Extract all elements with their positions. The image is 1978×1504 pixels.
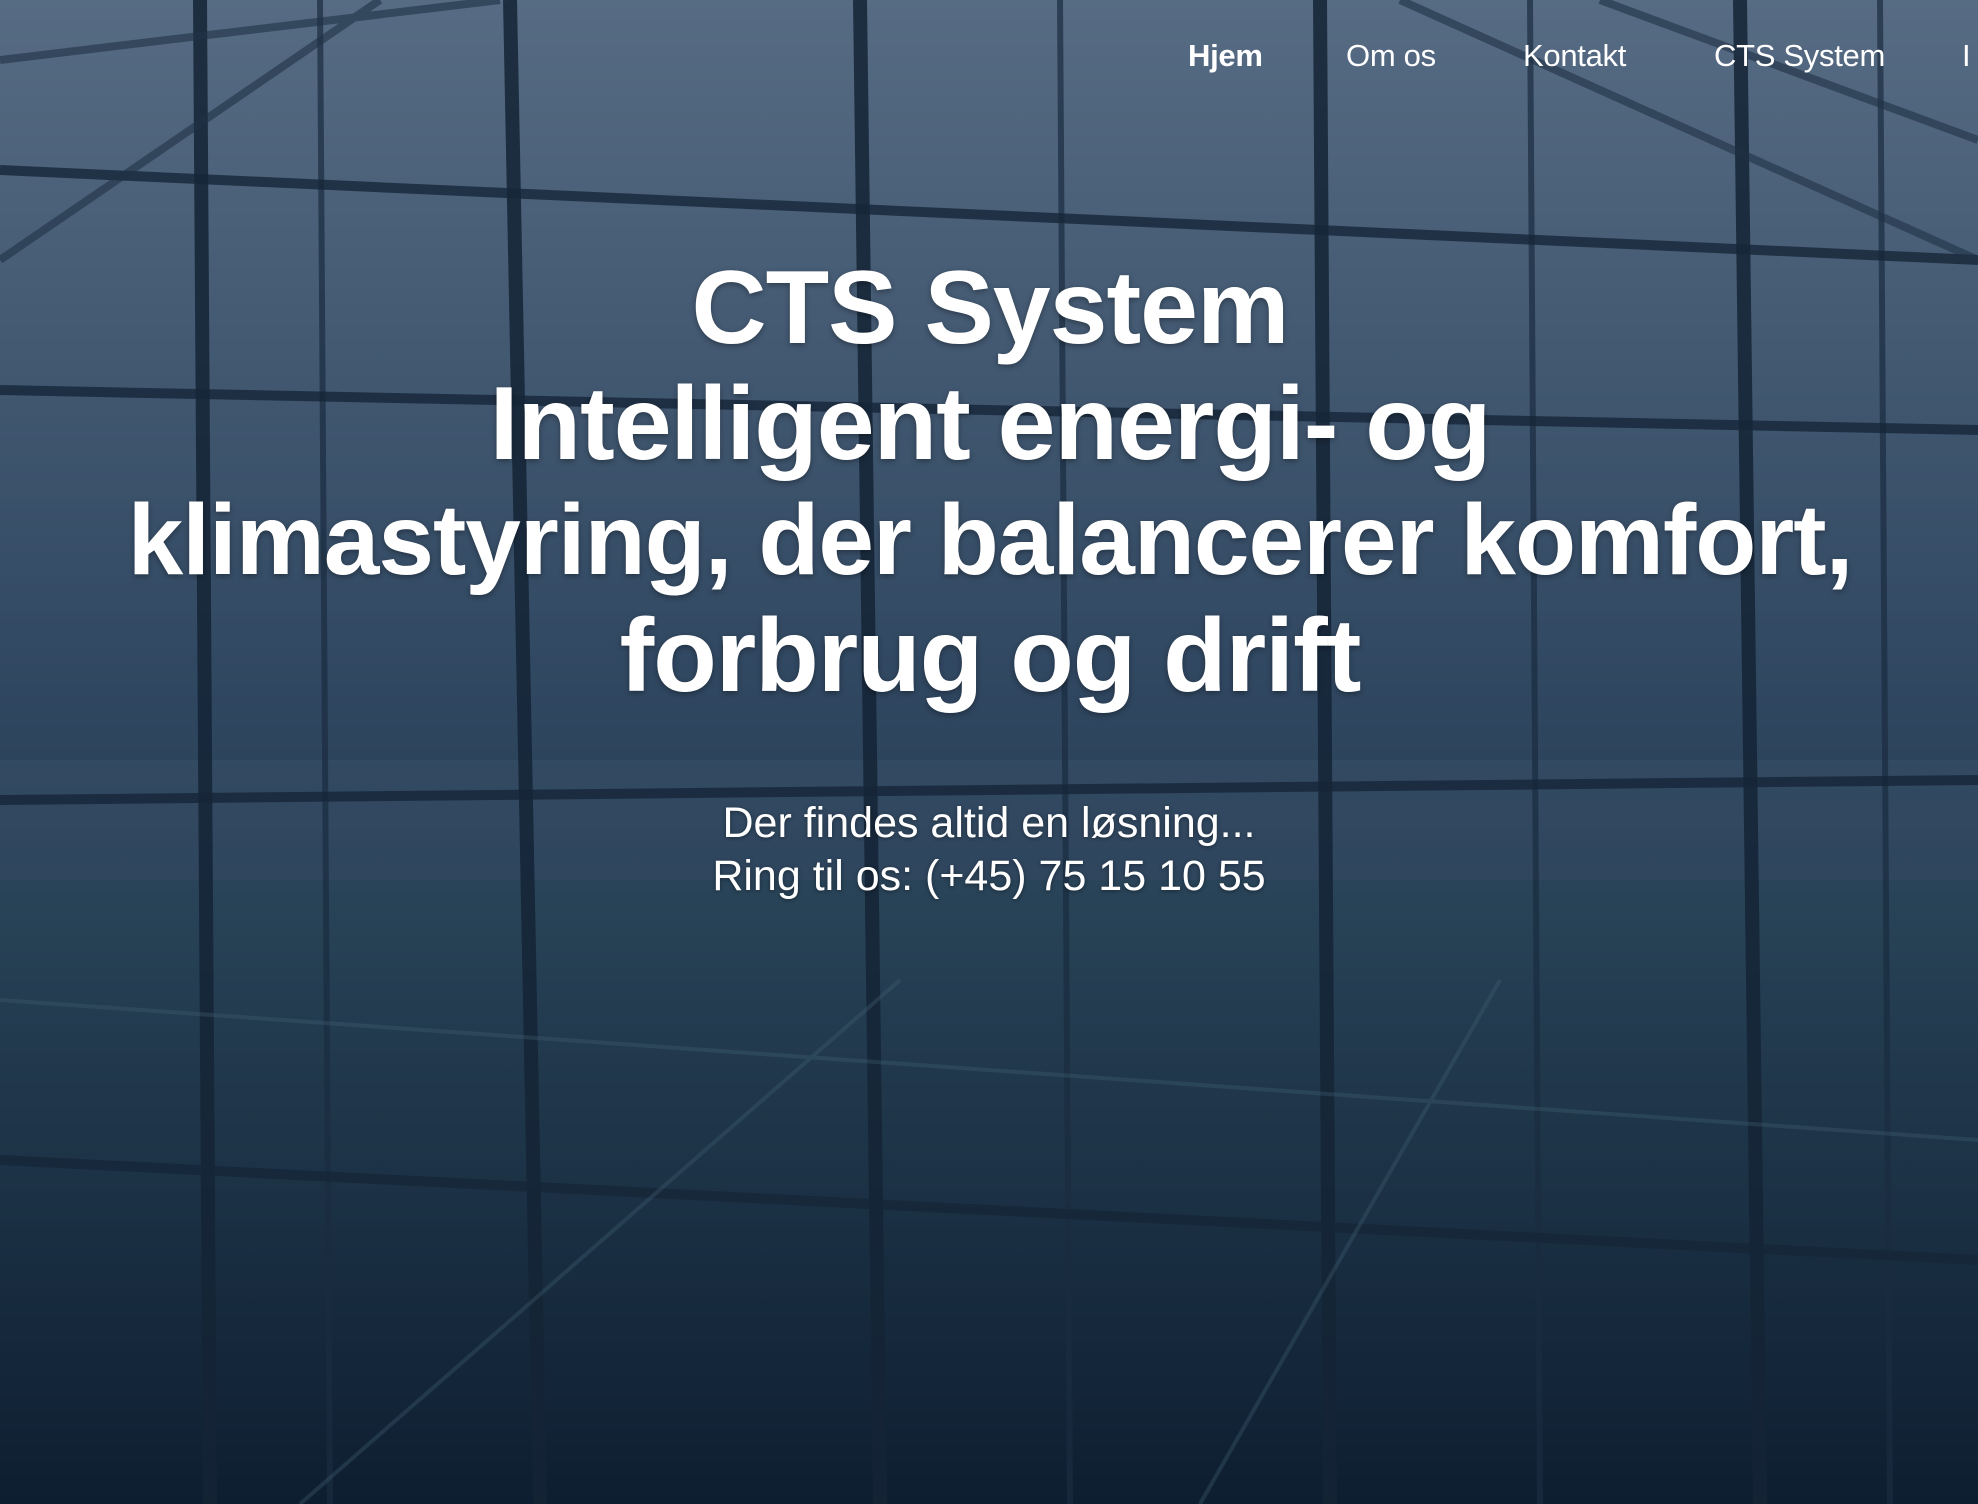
hero-subtitle: Der findes altid en løsning... bbox=[722, 799, 1256, 847]
hero-section: Hjem Om os Kontakt CTS System I CTS Syst… bbox=[0, 0, 1978, 1504]
hero-headline: CTS System Intelligent energi- og klimas… bbox=[60, 250, 1920, 714]
hero-title-line: Intelligent energi- og bbox=[489, 366, 1492, 482]
nav-item-kontakt[interactable]: Kontakt bbox=[1523, 38, 1626, 74]
nav-item-hjem[interactable]: Hjem bbox=[1188, 38, 1263, 74]
nav-item-cts-system[interactable]: CTS System bbox=[1714, 38, 1885, 74]
background-image-glass-facade bbox=[0, 0, 1978, 1504]
hero-tagline: Der findes altid en løsning... Ring til … bbox=[0, 797, 1978, 903]
hero-title-line: klimastyring, der balancerer komfort, bbox=[127, 484, 1854, 596]
hero-title-line: CTS System bbox=[691, 250, 1290, 366]
hero-phone[interactable]: Ring til os: (+45) 75 15 10 55 bbox=[0, 850, 1978, 903]
main-nav: Hjem Om os Kontakt CTS System I bbox=[0, 38, 1978, 88]
hero-title-line: forbrug og drift bbox=[619, 598, 1362, 714]
nav-item-truncated[interactable]: I bbox=[1962, 38, 1978, 74]
nav-item-om-os[interactable]: Om os bbox=[1346, 38, 1436, 74]
